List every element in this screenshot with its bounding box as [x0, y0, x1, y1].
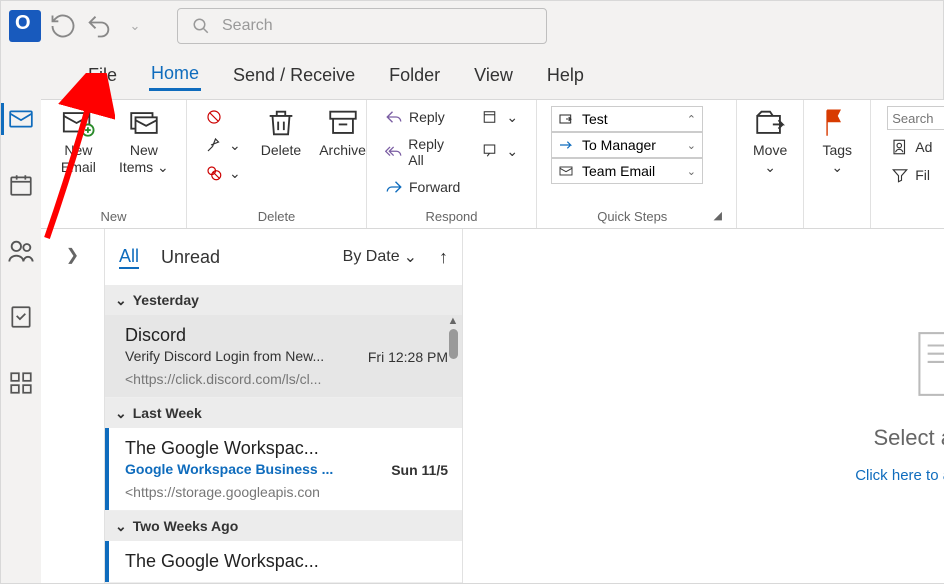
move-icon [753, 106, 787, 140]
group-last-week[interactable]: ⌄Last Week [105, 398, 462, 428]
rail-calendar[interactable] [1, 165, 41, 205]
junk-button[interactable]: ⌄ [201, 162, 245, 184]
message-sender: Discord [125, 325, 448, 346]
reading-empty-title: Select an [874, 425, 944, 451]
rail-more[interactable] [1, 363, 41, 403]
find-search-input[interactable] [887, 106, 944, 130]
block-icon [205, 108, 223, 126]
message-preview: <https://storage.googleapis.con [125, 484, 405, 500]
reply-icon [385, 108, 403, 126]
message-sender: The Google Workspac... [125, 551, 448, 572]
meeting-button[interactable]: ⌄ [478, 106, 522, 128]
junk-icon [205, 164, 223, 182]
quickstep-team-email[interactable]: Team Email⌄ [551, 158, 703, 184]
menu-folder[interactable]: Folder [387, 61, 442, 90]
quicksteps-launcher[interactable]: ◢ [714, 209, 722, 224]
scroll-thumb[interactable] [449, 329, 458, 359]
forward-button[interactable]: Forward [381, 176, 464, 198]
more-respond-button[interactable]: ⌄ [478, 140, 522, 162]
arrow-right-icon [558, 137, 574, 153]
qat-dropdown-icon[interactable]: ⌄ [121, 12, 149, 40]
tags-button[interactable]: Tags⌄ [814, 104, 860, 178]
reading-preview-link[interactable]: Click here to alw [855, 467, 944, 484]
message-time: Sun 11/5 [391, 462, 448, 478]
trash-icon [264, 106, 298, 140]
rail-people[interactable] [1, 231, 41, 271]
group-two-weeks[interactable]: ⌄Two Weeks Ago [105, 511, 462, 541]
group-label-respond: Respond [377, 207, 526, 226]
search-icon [192, 17, 210, 35]
outlook-logo [9, 10, 41, 42]
group-label-new: New [51, 207, 176, 226]
task-icon [8, 304, 34, 330]
new-items-icon [127, 106, 161, 140]
message-sender: The Google Workspac... [125, 438, 448, 459]
message-item[interactable]: The Google Workspac... [105, 541, 462, 583]
scroll-up[interactable]: ▲ [448, 315, 459, 327]
address-book-button[interactable]: Ad [887, 136, 944, 158]
group-label-quicksteps: Quick Steps [551, 209, 714, 224]
menu-home[interactable]: Home [149, 59, 201, 91]
chevron-down-icon: ⌄ [404, 247, 417, 267]
menu-help[interactable]: Help [545, 61, 586, 90]
undo-icon[interactable] [85, 12, 113, 40]
people-icon [7, 237, 35, 265]
meeting-icon [482, 108, 500, 126]
search-placeholder-text: Search [222, 17, 273, 35]
sort-by-date[interactable]: By Date⌄ [343, 247, 417, 267]
new-email-button[interactable]: New Email [51, 104, 106, 178]
quickstep-to-manager[interactable]: To Manager⌄ [551, 132, 703, 158]
chevron-down-icon: ⌄ [115, 518, 127, 535]
menu-send-receive[interactable]: Send / Receive [231, 61, 357, 90]
message-subject: Google Workspace Business ... [125, 461, 333, 477]
envelope-icon [558, 163, 574, 179]
search-input[interactable]: Search [177, 8, 547, 44]
ignore-button[interactable] [201, 106, 245, 128]
chevron-down-icon: ⌄ [115, 292, 127, 309]
flag-icon [820, 106, 854, 140]
message-item[interactable]: The Google Workspac... Google Workspace … [105, 428, 462, 511]
refresh-icon[interactable] [49, 12, 77, 40]
im-icon [482, 142, 500, 160]
folder-arrow-icon [558, 111, 574, 127]
filter-unread[interactable]: Unread [161, 247, 220, 268]
sort-direction[interactable]: ↑ [439, 247, 448, 268]
clean-icon [205, 136, 223, 154]
message-preview: <https://click.discord.com/ls/cl... [125, 371, 405, 387]
reply-all-button[interactable]: Reply All [381, 134, 464, 170]
grid-icon [8, 370, 34, 396]
reading-placeholder-icon [915, 329, 944, 399]
archive-button[interactable]: Archive [313, 104, 372, 161]
navpane-expand[interactable]: ❯ [66, 245, 79, 583]
forward-icon [385, 178, 403, 196]
cleanup-button[interactable]: ⌄ [201, 134, 245, 156]
message-subject: Verify Discord Login from New... [125, 348, 324, 364]
message-item[interactable]: Discord Verify Discord Login from New...… [105, 315, 462, 398]
mail-icon [8, 106, 34, 132]
address-book-icon [891, 138, 909, 156]
new-items-button[interactable]: New Items ⌄ [112, 104, 176, 178]
move-button[interactable]: Move⌄ [747, 104, 793, 178]
new-mail-icon [61, 106, 95, 140]
message-time: Fri 12:28 PM [368, 349, 448, 365]
chevron-down-icon: ⌄ [115, 405, 127, 422]
reply-button[interactable]: Reply [381, 106, 464, 128]
filter-icon [891, 166, 909, 184]
rail-mail[interactable] [1, 99, 41, 139]
group-yesterday[interactable]: ⌄Yesterday [105, 285, 462, 315]
archive-icon [326, 106, 360, 140]
delete-button[interactable]: Delete [255, 104, 307, 161]
menu-view[interactable]: View [472, 61, 515, 90]
rail-tasks[interactable] [1, 297, 41, 337]
group-label-delete: Delete [197, 207, 356, 226]
calendar-icon [8, 172, 34, 198]
reply-all-icon [385, 143, 402, 161]
filter-all[interactable]: All [119, 246, 139, 269]
quickstep-test[interactable]: Test⌃ [551, 106, 703, 132]
menu-file[interactable]: File [86, 61, 119, 90]
filter-button[interactable]: Fil [887, 164, 944, 186]
